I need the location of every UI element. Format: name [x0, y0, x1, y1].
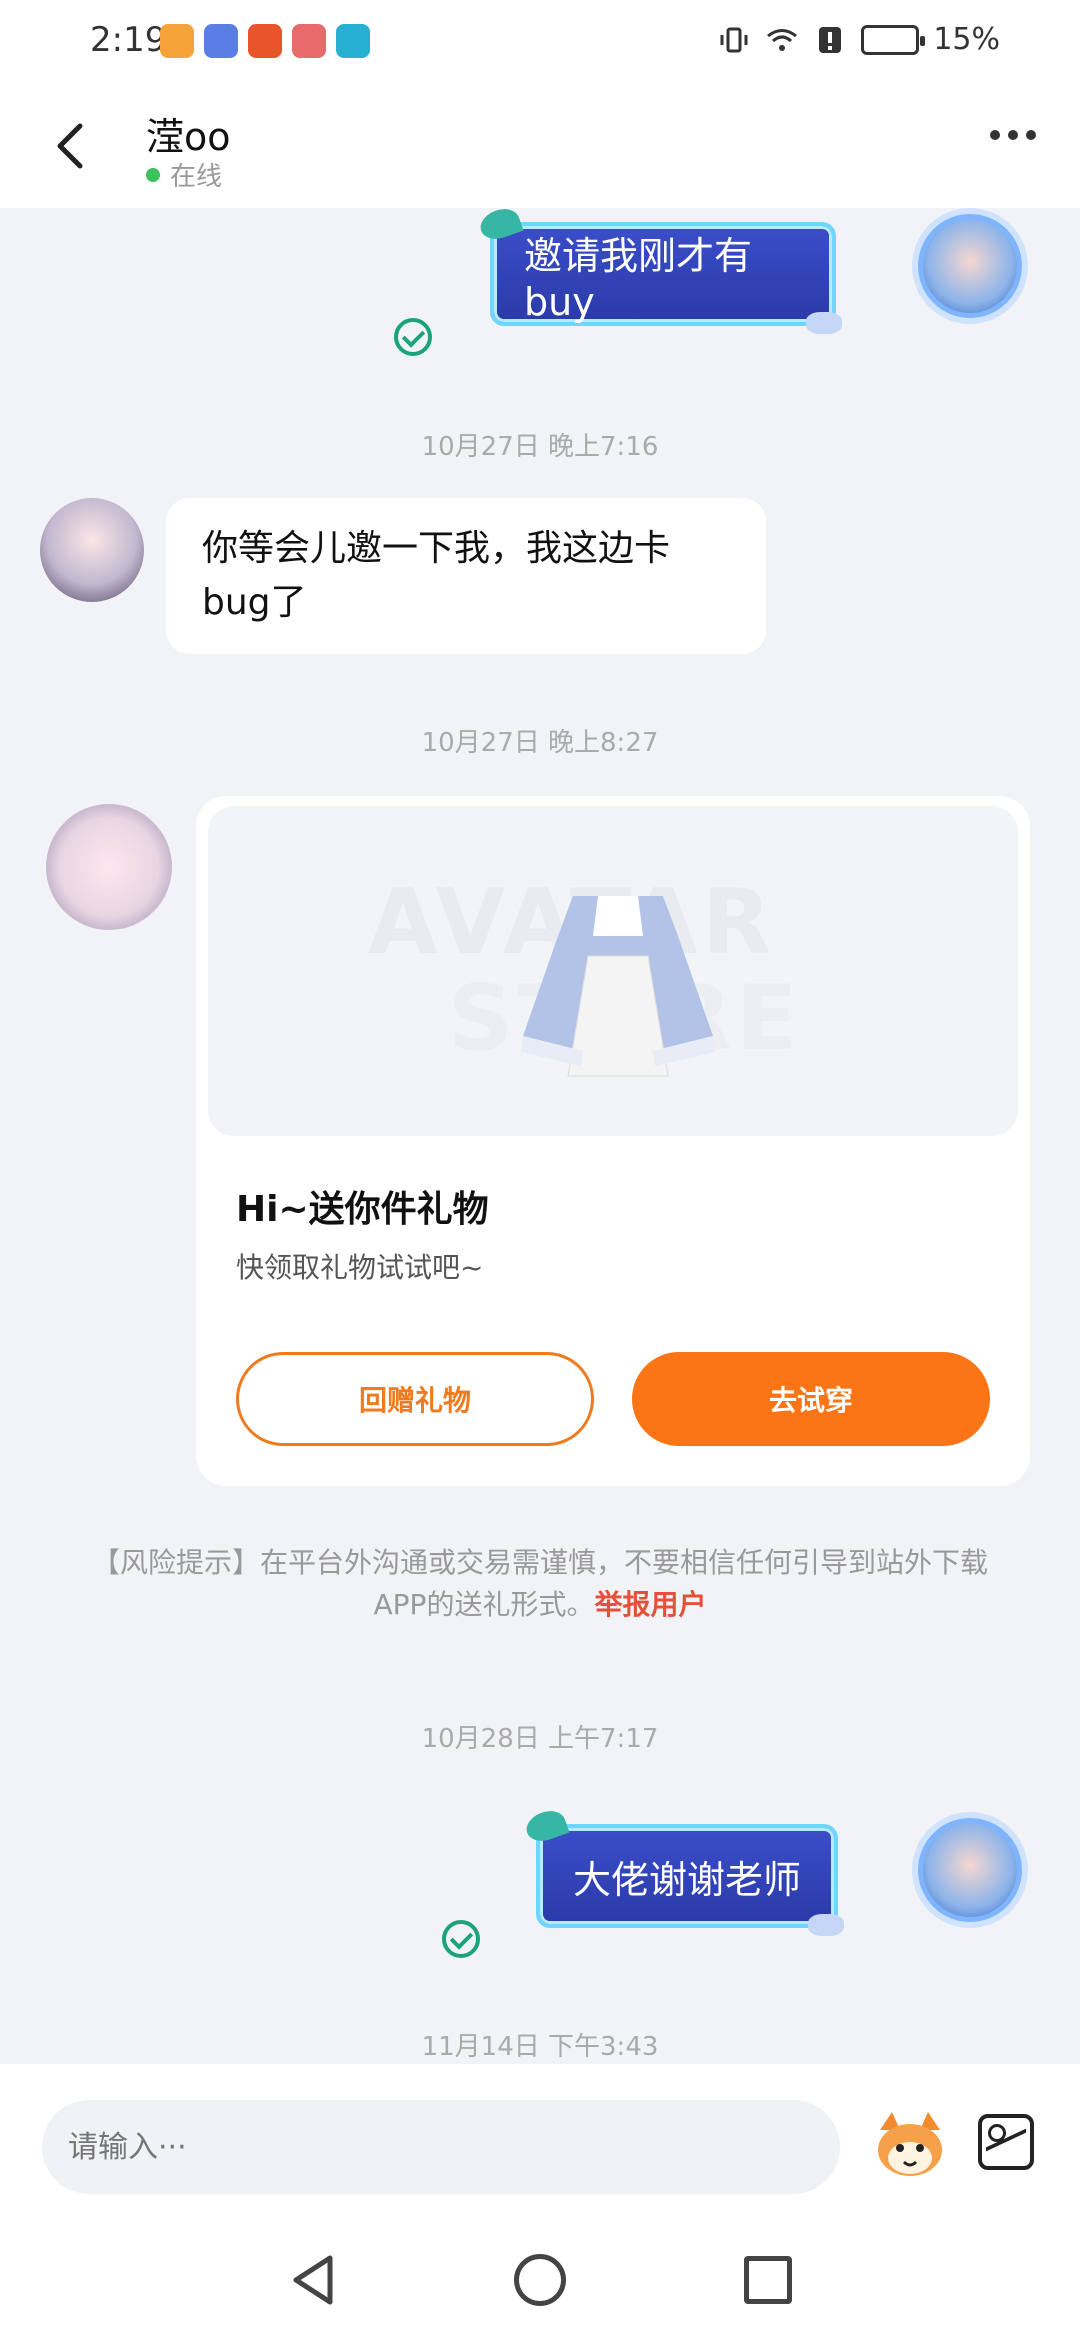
gift-preview-image[interactable]: AVATAR STORE [208, 806, 1018, 1136]
message-text: 大佬谢谢老师 [572, 1857, 801, 1902]
contact-message-bubble[interactable]: 你等会儿邀一下我，我这边卡bug了 [166, 498, 766, 654]
chat-messages[interactable]: 邀请我刚才有buy 10月27日 晚上7:16 你等会儿邀一下我，我这边卡bug… [0, 208, 1080, 2064]
return-gift-button[interactable]: 回赠礼物 [236, 1352, 594, 1446]
notification-icons [160, 24, 370, 58]
presence-label: 在线 [170, 162, 223, 192]
battery-level: 15% [933, 22, 1000, 57]
status-time: 2:19 [90, 20, 167, 60]
timestamp: 10月27日 晚上8:27 [421, 728, 659, 758]
battery-icon [861, 24, 926, 55]
more-options-icon[interactable] [990, 130, 1036, 140]
back-arrow-icon[interactable] [50, 120, 90, 172]
music-app-icon [204, 24, 238, 58]
try-on-button[interactable]: 去试穿 [632, 1352, 990, 1446]
vibrate-icon [720, 27, 748, 52]
nav-back-icon[interactable] [290, 2254, 336, 2306]
app-notification-icon [292, 24, 326, 58]
gift-subtitle: 快领取礼物试试吧~ [236, 1251, 484, 1284]
my-avatar[interactable] [918, 1818, 1022, 1922]
nav-recents-icon[interactable] [744, 2256, 792, 2304]
image-picker-icon[interactable] [978, 2114, 1034, 2170]
timestamp: 11月14日 下午3:43 [421, 2032, 659, 2062]
contact-name: 滢oo [146, 115, 231, 159]
input-bar [0, 2064, 1080, 2220]
app-notification-icon [248, 24, 282, 58]
online-dot-icon [146, 167, 160, 182]
chat-header: 滢oo 在线 [0, 84, 1080, 208]
wifi-icon [767, 28, 798, 51]
risk-warning-text: 【风险提示】在平台外沟通或交易需谨慎，不要相信任何引导到站外下载APP的送礼形式… [91, 1546, 988, 1621]
my-message-bubble[interactable]: 邀请我刚才有buy [476, 208, 842, 334]
timestamp: 10月27日 晚上7:16 [421, 432, 659, 462]
message-text: 邀请我刚才有buy [524, 233, 753, 324]
read-check-icon [394, 318, 432, 356]
gift-card: AVATAR STORE Hi~送你件礼物 快领取礼物试试吧~ 回赠礼物 去试穿 [196, 796, 1030, 1486]
gift-title: Hi~送你件礼物 [236, 1189, 489, 1230]
maid-dress-image [521, 896, 715, 1077]
timestamp: 10月28日 上午7:17 [421, 1724, 659, 1754]
my-message-bubble[interactable]: 大佬谢谢老师 [522, 1806, 844, 1936]
nav-home-icon[interactable] [514, 2254, 566, 2306]
message-text: 你等会儿邀一下我，我这边卡bug了 [202, 528, 671, 623]
presence-status: 在线 [146, 156, 222, 193]
status-bar: 2:19 15% [0, 0, 1080, 84]
status-indicators: 15% [717, 22, 1000, 57]
alert-icon [819, 26, 842, 53]
app-notification-icon [160, 24, 194, 58]
contact-avatar[interactable] [46, 804, 172, 930]
system-nav-bar [0, 2220, 1080, 2340]
emoji-mascot-icon[interactable] [872, 2110, 948, 2180]
report-user-link[interactable]: 举报用户 [594, 1588, 706, 1621]
contact-avatar[interactable] [40, 498, 144, 602]
read-check-icon [442, 1920, 480, 1958]
risk-warning: 【风险提示】在平台外沟通或交易需谨慎，不要相信任何引导到站外下载APP的送礼形式… [90, 1542, 990, 1626]
my-avatar[interactable] [918, 214, 1022, 318]
app-notification-icon [336, 24, 370, 58]
message-input[interactable] [42, 2100, 840, 2194]
